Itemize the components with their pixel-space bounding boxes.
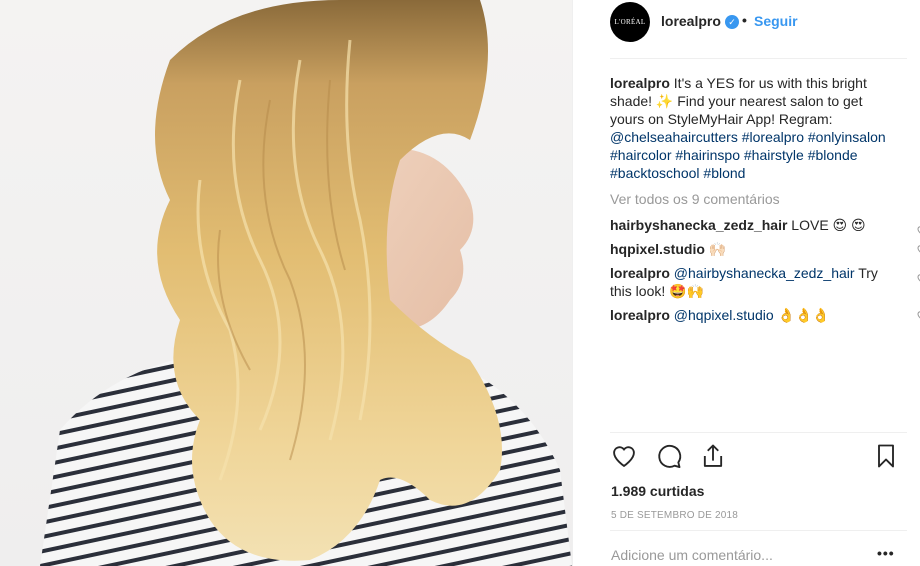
comment-mention[interactable]: @hairbyshanecka_zedz_hair: [674, 265, 855, 281]
comment-text: 🙌🏻: [704, 241, 727, 257]
comment-text: LOVE 😍 😍: [787, 217, 866, 233]
comment-item: hairbyshanecka_zedz_hair LOVE 😍 😍: [610, 216, 920, 234]
header-divider: [610, 58, 907, 59]
header-separator: •: [742, 12, 747, 28]
comment-username[interactable]: hqpixel.studio: [610, 241, 705, 257]
more-options-button[interactable]: •••: [877, 545, 895, 561]
hashtag[interactable]: #lorealpro: [742, 129, 804, 145]
post-date: 5 DE SETEMBRO DE 2018: [611, 510, 739, 521]
hashtag[interactable]: #hairstyle: [744, 147, 804, 163]
share-icon[interactable]: [699, 442, 727, 470]
comment-text: 👌👌👌: [773, 307, 830, 323]
avatar[interactable]: L'ORÉAL: [610, 2, 650, 42]
likes-count[interactable]: 1.989 curtidas: [611, 483, 704, 499]
comment-like-heart-icon[interactable]: [916, 224, 920, 236]
comment-like-heart-icon[interactable]: [916, 243, 920, 255]
caption-username[interactable]: lorealpro: [610, 75, 670, 91]
comment-item: hqpixel.studio 🙌🏻: [610, 240, 920, 258]
verified-badge-icon: ✓: [725, 15, 739, 29]
post-actions: [610, 442, 900, 472]
hashtag[interactable]: #onlyinsalon: [808, 129, 886, 145]
heart-icon[interactable]: [610, 442, 638, 470]
verified-check: ✓: [728, 16, 736, 27]
comment-list: hairbyshanecka_zedz_hair LOVE 😍 😍 hqpixe…: [610, 216, 920, 324]
add-comment-input[interactable]: Adicione um comentário...: [611, 547, 773, 563]
bookmark-icon[interactable]: [872, 442, 900, 470]
post-photo[interactable]: [0, 0, 572, 566]
comment-like-heart-icon[interactable]: [916, 272, 920, 284]
comment-like-heart-icon[interactable]: [916, 309, 920, 321]
hashtag[interactable]: #backtoschool: [610, 165, 700, 181]
follow-button[interactable]: Seguir: [754, 13, 798, 29]
comment-mention[interactable]: @hqpixel.studio: [674, 307, 774, 323]
instagram-post: L'ORÉAL lorealpro ✓ • Seguir lorealpro I…: [0, 0, 920, 566]
hashtag[interactable]: #haircolor: [610, 147, 671, 163]
view-all-comments-link[interactable]: Ver todos os 9 comentários: [610, 190, 900, 208]
comment-item: lorealpro @hqpixel.studio 👌👌👌: [610, 306, 920, 324]
hashtag[interactable]: #hairinspo: [675, 147, 740, 163]
comment-item: lorealpro @hairbyshanecka_zedz_hair Try …: [610, 264, 920, 300]
post-side-panel: L'ORÉAL lorealpro ✓ • Seguir lorealpro I…: [572, 0, 920, 566]
avatar-logo-text: L'ORÉAL: [614, 18, 646, 26]
hashtag[interactable]: #blonde: [808, 147, 858, 163]
blonde-woman-photo: [40, 0, 572, 566]
comment-icon[interactable]: [655, 442, 683, 470]
post-caption: lorealpro It's a YES for us with this br…: [610, 74, 900, 182]
comment-username[interactable]: lorealpro: [610, 307, 670, 323]
comment-username[interactable]: hairbyshanecka_zedz_hair: [610, 217, 787, 233]
comments-section: lorealpro It's a YES for us with this br…: [610, 74, 920, 324]
comment-input-divider: [610, 530, 907, 531]
caption-mention[interactable]: @chelseahaircutters: [610, 129, 738, 145]
actions-divider: [610, 432, 907, 433]
comment-username[interactable]: lorealpro: [610, 265, 670, 281]
header-username[interactable]: lorealpro: [661, 13, 721, 29]
hashtag[interactable]: #blond: [703, 165, 745, 181]
post-header: L'ORÉAL lorealpro ✓ • Seguir: [573, 0, 920, 44]
